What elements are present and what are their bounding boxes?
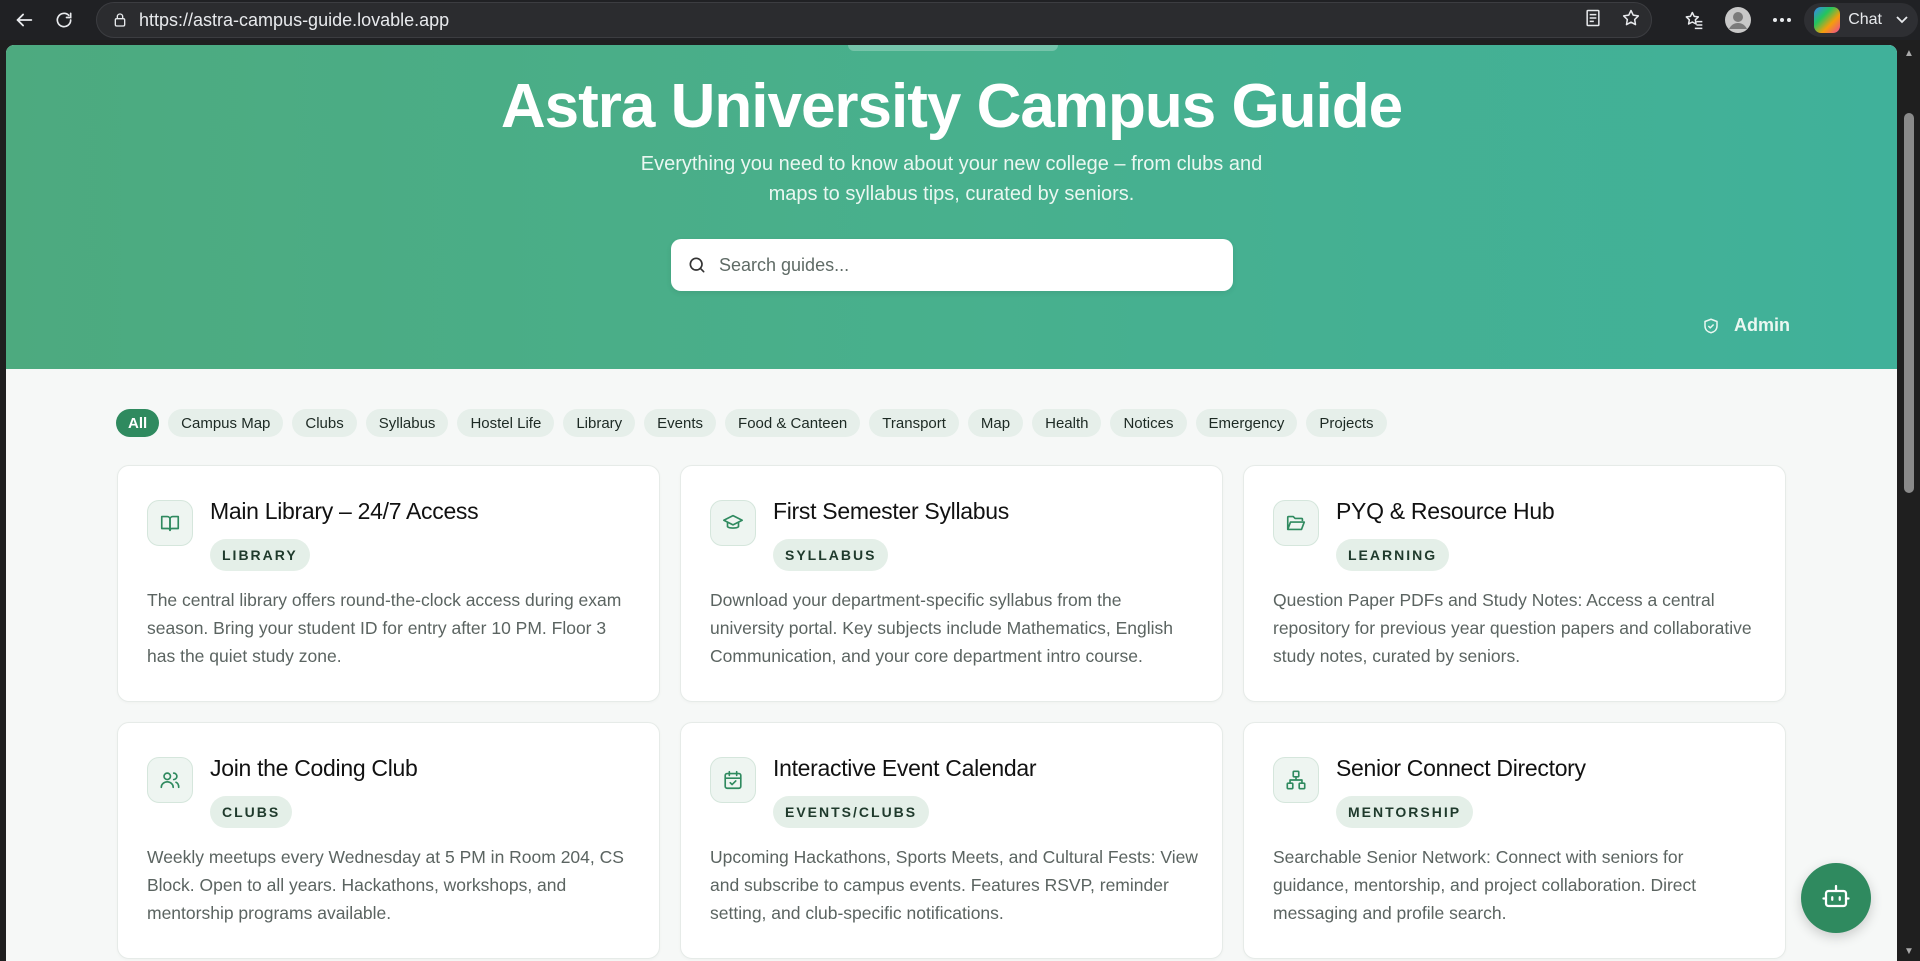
guide-card[interactable]: First Semester Syllabus SYLLABUS Downloa… xyxy=(680,465,1223,702)
category-filters: All Campus Map Clubs Syllabus Hostel Lif… xyxy=(116,409,1387,437)
copilot-icon xyxy=(1814,7,1841,33)
filter-chip-projects[interactable]: Projects xyxy=(1306,409,1387,437)
guide-card[interactable]: Senior Connect Directory MENTORSHIP Sear… xyxy=(1243,722,1786,959)
reload-icon[interactable] xyxy=(44,0,84,40)
admin-link[interactable]: Admin xyxy=(1702,315,1790,336)
hero-subtitle: Everything you need to know about your n… xyxy=(640,153,1263,205)
calendar-check-icon xyxy=(710,757,756,803)
card-tag: EVENTS/CLUBS xyxy=(773,796,930,828)
favorites-icon[interactable] xyxy=(1672,0,1716,40)
filter-chip-notices[interactable]: Notices xyxy=(1110,409,1187,437)
chevron-down-icon xyxy=(1896,11,1908,29)
filter-chip-events[interactable]: Events xyxy=(644,409,717,437)
card-title: First Semester Syllabus xyxy=(773,498,1009,524)
page-title: Astra University Campus Guide xyxy=(500,72,1403,141)
more-menu-icon[interactable] xyxy=(1760,0,1804,40)
guide-card[interactable]: Join the Coding Club CLUBS Weekly meetup… xyxy=(117,722,660,959)
scroll-down-icon[interactable]: ▼ xyxy=(1904,947,1914,957)
reading-view-icon[interactable] xyxy=(1583,8,1603,33)
card-title: PYQ & Resource Hub xyxy=(1336,498,1555,524)
search-icon xyxy=(687,254,709,276)
filter-chip-all[interactable]: All xyxy=(116,409,160,437)
filter-chip-syllabus[interactable]: Syllabus xyxy=(365,409,449,437)
filter-chip-emergency[interactable]: Emergency xyxy=(1195,409,1298,437)
guide-card-grid: Main Library – 24/7 Access LIBRARY The c… xyxy=(117,465,1786,959)
filter-chip-campus-map[interactable]: Campus Map xyxy=(168,409,284,437)
card-tag: SYLLABUS xyxy=(773,539,889,571)
hero-banner: Astra University Campus Guide Everything… xyxy=(6,45,1897,369)
hero-top-handle xyxy=(848,45,1058,51)
shield-icon xyxy=(1702,316,1720,336)
site-info-icon[interactable] xyxy=(111,11,129,29)
users-icon xyxy=(147,757,193,803)
card-description: The central library offers round-the-clo… xyxy=(147,590,622,666)
card-tag: MENTORSHIP xyxy=(1336,796,1474,828)
filter-chip-health[interactable]: Health xyxy=(1032,409,1102,437)
browser-toolbar: https://astra-campus-guide.lovable.app C… xyxy=(0,0,1920,40)
card-title: Senior Connect Directory xyxy=(1336,755,1586,781)
filter-chip-transport[interactable]: Transport xyxy=(869,409,959,437)
profile-avatar-icon[interactable] xyxy=(1716,0,1760,40)
card-description: Question Paper PDFs and Study Notes: Acc… xyxy=(1273,590,1752,666)
url-text[interactable]: https://astra-campus-guide.lovable.app xyxy=(139,10,449,31)
filter-chip-library[interactable]: Library xyxy=(563,409,636,437)
card-title: Main Library – 24/7 Access xyxy=(210,498,479,524)
search-box[interactable] xyxy=(671,239,1233,291)
card-description: Searchable Senior Network: Connect with … xyxy=(1273,847,1697,923)
page-viewport: Astra University Campus Guide Everything… xyxy=(6,45,1897,961)
card-tag: CLUBS xyxy=(210,796,293,828)
search-input[interactable] xyxy=(719,254,1199,276)
copilot-chat-button[interactable]: Chat xyxy=(1804,3,1918,37)
favorite-star-icon[interactable] xyxy=(1621,8,1641,33)
scrollbar-thumb[interactable] xyxy=(1904,113,1914,493)
card-description: Download your department-specific syllab… xyxy=(710,590,1173,666)
chatbot-button[interactable] xyxy=(1801,863,1871,933)
card-tag: LEARNING xyxy=(1336,539,1450,571)
address-bar[interactable]: https://astra-campus-guide.lovable.app xyxy=(96,2,1652,38)
admin-label: Admin xyxy=(1734,315,1790,335)
book-open-icon xyxy=(147,500,193,546)
filter-chip-food-canteen[interactable]: Food & Canteen xyxy=(725,409,861,437)
page-scrollbar[interactable]: ▲ ▼ xyxy=(1897,45,1920,961)
card-description: Upcoming Hackathons, Sports Meets, and C… xyxy=(710,847,1198,923)
filter-chip-map[interactable]: Map xyxy=(967,409,1024,437)
filter-chip-clubs[interactable]: Clubs xyxy=(292,409,357,437)
graduation-cap-icon xyxy=(710,500,756,546)
card-title: Join the Coding Club xyxy=(210,755,418,781)
card-tag: LIBRARY xyxy=(210,539,310,571)
network-icon xyxy=(1273,757,1319,803)
guide-card[interactable]: Main Library – 24/7 Access LIBRARY The c… xyxy=(117,465,660,702)
card-title: Interactive Event Calendar xyxy=(773,755,1037,781)
card-description: Weekly meetups every Wednesday at 5 PM i… xyxy=(147,847,624,923)
back-icon[interactable] xyxy=(4,0,44,40)
bot-icon xyxy=(1821,881,1851,916)
filter-chip-hostel-life[interactable]: Hostel Life xyxy=(457,409,555,437)
chat-label: Chat xyxy=(1848,11,1882,28)
guide-card[interactable]: Interactive Event Calendar EVENTS/CLUBS … xyxy=(680,722,1223,959)
folder-open-icon xyxy=(1273,500,1319,546)
scroll-up-icon[interactable]: ▲ xyxy=(1904,49,1914,59)
guide-card[interactable]: PYQ & Resource Hub LEARNING Question Pap… xyxy=(1243,465,1786,702)
